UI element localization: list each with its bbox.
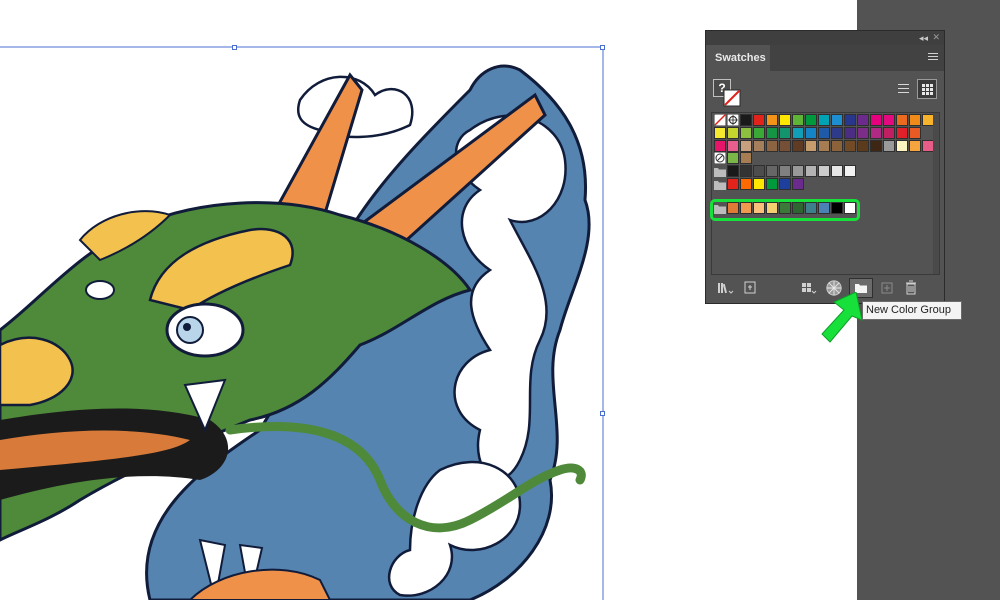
color-swatch[interactable] [896, 140, 908, 152]
selection-handle-top-right[interactable] [600, 45, 605, 50]
color-swatch[interactable] [753, 114, 765, 126]
color-swatch[interactable] [909, 127, 921, 139]
color-swatch[interactable] [896, 114, 908, 126]
color-swatch[interactable] [818, 114, 830, 126]
color-swatch[interactable] [727, 178, 739, 190]
color-swatch[interactable] [831, 127, 843, 139]
gray-swatch[interactable] [792, 165, 804, 177]
small-eye [85, 280, 115, 300]
fill-stroke-indicator[interactable]: ? [713, 79, 743, 109]
color-swatch[interactable] [870, 127, 882, 139]
delete-swatch-icon[interactable] [904, 279, 918, 297]
color-swatch[interactable] [727, 140, 739, 152]
selection-handle-top-middle[interactable] [232, 45, 237, 50]
color-swatch[interactable] [883, 140, 895, 152]
tooltip-new-color-group: New Color Group [862, 301, 962, 320]
color-swatch[interactable] [857, 114, 869, 126]
color-swatch[interactable] [779, 114, 791, 126]
color-swatch[interactable] [831, 114, 843, 126]
color-swatch[interactable] [844, 127, 856, 139]
color-swatch[interactable] [753, 127, 765, 139]
color-swatch[interactable] [740, 140, 752, 152]
stroke-none-icon[interactable] [723, 89, 741, 107]
color-swatch[interactable] [883, 114, 895, 126]
color-swatch[interactable] [766, 114, 778, 126]
registration-swatch[interactable] [727, 114, 739, 126]
color-swatch[interactable] [818, 127, 830, 139]
color-swatch[interactable] [714, 140, 726, 152]
show-kinds-icon[interactable] [800, 279, 818, 297]
highlighted-color-group [710, 199, 860, 221]
pattern-swatch-brown[interactable] [740, 152, 752, 164]
color-swatch[interactable] [766, 127, 778, 139]
close-panel-icon[interactable]: ✕ [932, 31, 940, 43]
color-swatch[interactable] [753, 178, 765, 190]
color-swatch[interactable] [857, 127, 869, 139]
swatch-grid[interactable] [710, 112, 940, 275]
color-swatch[interactable] [740, 127, 752, 139]
gray-swatch[interactable] [844, 165, 856, 177]
color-group-folder-icon[interactable] [714, 180, 726, 190]
color-swatch[interactable] [792, 114, 804, 126]
color-swatch[interactable] [753, 140, 765, 152]
gray-swatch[interactable] [766, 165, 778, 177]
gray-swatch[interactable] [779, 165, 791, 177]
swatches-panel: ◂◂ ✕ Swatches ? [705, 30, 945, 304]
gray-swatch[interactable] [727, 165, 739, 177]
color-swatch[interactable] [740, 178, 752, 190]
color-swatch[interactable] [831, 140, 843, 152]
tab-swatches[interactable]: Swatches [706, 45, 770, 71]
color-swatch[interactable] [766, 178, 778, 190]
grid-view-icon[interactable] [917, 79, 937, 99]
color-swatch[interactable] [805, 114, 817, 126]
color-swatch[interactable] [909, 114, 921, 126]
gray-swatch[interactable] [818, 165, 830, 177]
color-swatch[interactable] [792, 178, 804, 190]
color-swatch[interactable] [714, 127, 726, 139]
place-swatches-icon[interactable] [742, 279, 758, 297]
panel-menu-icon[interactable] [928, 53, 938, 62]
color-swatch[interactable] [792, 140, 804, 152]
color-swatch[interactable] [766, 140, 778, 152]
color-swatch[interactable] [844, 140, 856, 152]
pattern-swatch-green[interactable] [727, 152, 739, 164]
pattern-swatch-none[interactable] [714, 152, 726, 164]
gray-swatch[interactable] [753, 165, 765, 177]
gray-swatch[interactable] [740, 165, 752, 177]
color-swatch[interactable] [792, 127, 804, 139]
color-swatch[interactable] [779, 127, 791, 139]
color-swatch[interactable] [870, 114, 882, 126]
color-swatch[interactable] [727, 127, 739, 139]
color-swatch[interactable] [883, 127, 895, 139]
color-swatch[interactable] [896, 127, 908, 139]
new-swatch-icon[interactable] [880, 279, 894, 297]
collapse-panel-icon[interactable]: ◂◂ [919, 32, 928, 44]
gray-swatch[interactable] [805, 165, 817, 177]
color-swatch[interactable] [740, 114, 752, 126]
color-swatch[interactable] [857, 140, 869, 152]
selection-handle-middle-right[interactable] [600, 411, 605, 416]
list-view-icon[interactable] [893, 79, 913, 99]
color-swatch[interactable] [805, 127, 817, 139]
color-swatch[interactable] [805, 140, 817, 152]
none-swatch[interactable] [714, 114, 726, 126]
gray-swatch[interactable] [831, 165, 843, 177]
panel-tabbar: Swatches [706, 45, 944, 71]
tab-swatches-label: Swatches [715, 52, 766, 64]
color-swatch[interactable] [818, 140, 830, 152]
swatch-scrollbar[interactable] [933, 113, 939, 274]
color-swatch[interactable] [909, 140, 921, 152]
color-swatch[interactable] [779, 140, 791, 152]
panel-titlebar[interactable]: ◂◂ ✕ [706, 31, 944, 45]
color-swatch[interactable] [844, 114, 856, 126]
color-swatch[interactable] [870, 140, 882, 152]
color-group-folder-icon[interactable] [714, 167, 726, 177]
swatch-libraries-icon[interactable] [716, 279, 734, 297]
green-pointer-arrow [821, 292, 863, 343]
dragon-pupil [176, 316, 204, 344]
color-swatch[interactable] [779, 178, 791, 190]
